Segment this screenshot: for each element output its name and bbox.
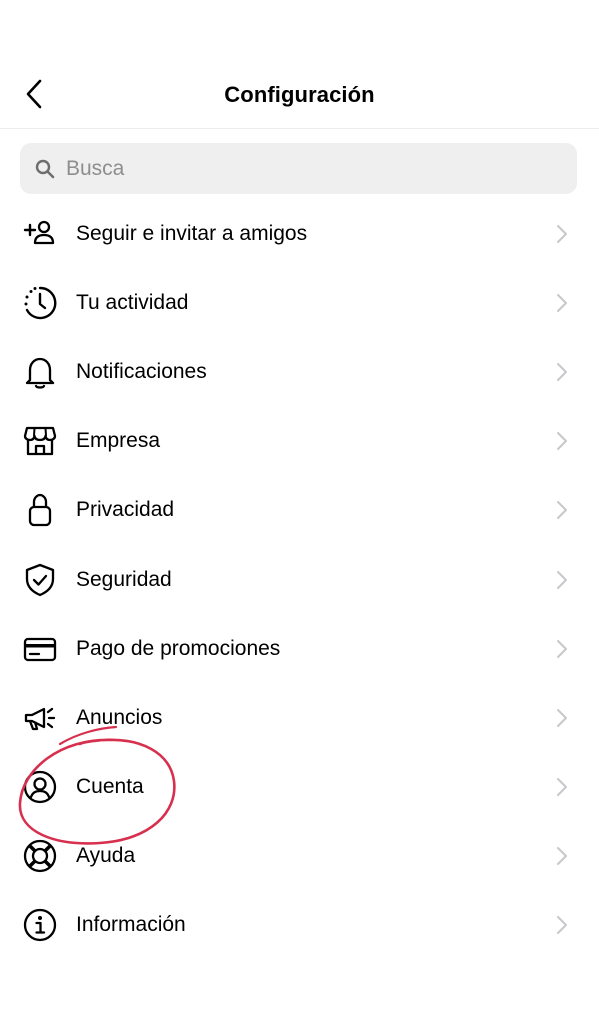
chevron-right-icon — [555, 707, 569, 729]
menu-item-about[interactable]: Información — [0, 891, 599, 960]
chevron-right-icon — [555, 499, 569, 521]
search-icon — [34, 158, 56, 180]
lifebuoy-icon — [22, 838, 58, 874]
menu-item-security[interactable]: Seguridad — [0, 545, 599, 614]
megaphone-icon — [22, 700, 58, 736]
chevron-right-icon — [555, 430, 569, 452]
menu-item-notifications[interactable]: Notificaciones — [0, 337, 599, 406]
menu-item-business[interactable]: Empresa — [0, 407, 599, 476]
search-bar[interactable] — [20, 143, 577, 194]
add-person-icon — [22, 216, 58, 252]
menu-item-privacy[interactable]: Privacidad — [0, 476, 599, 545]
menu-item-label: Anuncios — [76, 705, 163, 729]
menu-item-label: Pago de promociones — [76, 636, 281, 660]
menu-item-ads[interactable]: Anuncios — [0, 683, 599, 752]
bell-icon — [22, 354, 58, 390]
menu-item-label: Empresa — [76, 429, 161, 453]
chevron-right-icon — [555, 845, 569, 867]
menu-item-label: Información — [76, 913, 186, 937]
chevron-right-icon — [555, 776, 569, 798]
info-icon — [22, 907, 58, 943]
menu-item-label: Tu actividad — [76, 290, 189, 314]
page-title: Configuración — [224, 82, 375, 107]
chevron-right-icon — [555, 361, 569, 383]
lock-icon — [22, 492, 58, 528]
account-circle-icon — [22, 769, 58, 805]
menu-item-label: Ayuda — [76, 844, 136, 868]
menu-item-help[interactable]: Ayuda — [0, 822, 599, 891]
menu-item-label: Seguridad — [76, 567, 172, 591]
shield-check-icon — [22, 562, 58, 598]
chevron-right-icon — [555, 569, 569, 591]
menu-item-label: Privacidad — [76, 498, 175, 522]
search-input[interactable] — [66, 156, 546, 181]
menu-item-account[interactable]: Cuenta — [0, 753, 599, 822]
menu-item-follow-invite[interactable]: Seguir e invitar a amigos — [0, 199, 599, 268]
menu-item-label: Cuenta — [76, 775, 144, 799]
chevron-right-icon — [555, 914, 569, 936]
top-bar: Configuración — [0, 62, 599, 129]
menu-item-label: Notificaciones — [76, 359, 207, 383]
menu-item-your-activity[interactable]: Tu actividad — [0, 268, 599, 337]
chevron-right-icon — [555, 638, 569, 660]
menu-item-promotion-payments[interactable]: Pago de promociones — [0, 614, 599, 683]
credit-card-icon — [22, 631, 58, 667]
settings-menu: Seguir e invitar a amigos Tu actividad N… — [0, 199, 599, 960]
chevron-right-icon — [555, 292, 569, 314]
chevron-right-icon — [555, 223, 569, 245]
activity-clock-icon — [22, 285, 58, 321]
menu-item-label: Seguir e invitar a amigos — [76, 221, 308, 245]
shop-icon — [22, 423, 58, 459]
